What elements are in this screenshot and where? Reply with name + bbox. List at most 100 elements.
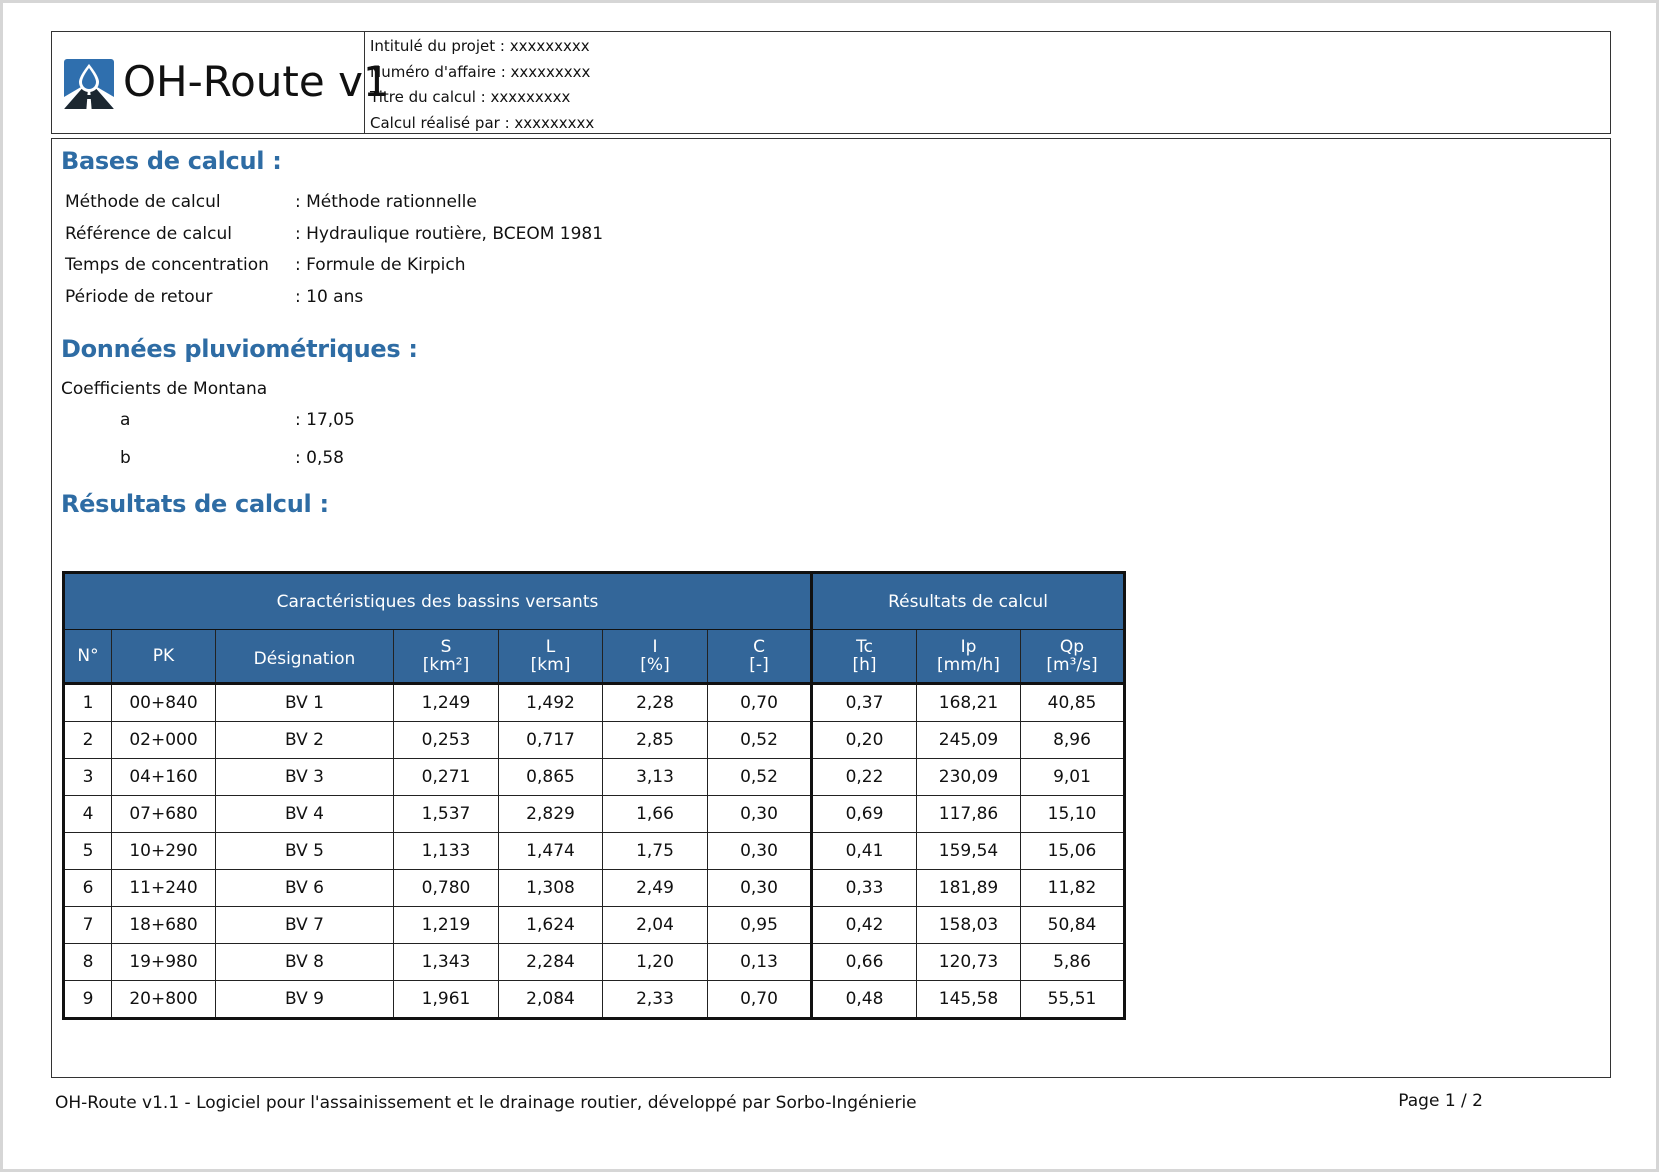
table-cell: 0,30: [707, 832, 812, 870]
table-cell: 11,82: [1020, 869, 1125, 907]
table-cell: 2,084: [498, 980, 603, 1019]
table-cell: 181,89: [916, 869, 1021, 907]
table-cell: 8: [63, 943, 112, 981]
table-row: 1 00+840 BV 1 1,249 1,492 2,28 0,70 0,37 168,21 4…: [63, 683, 1125, 722]
table-cell: 02+000: [111, 721, 216, 759]
bases-value: : Hydraulique routière, BCEOM 1981: [295, 224, 604, 244]
table-cell: 19+980: [111, 943, 216, 981]
table-cell: 0,271: [393, 758, 499, 796]
table-cell: 9,01: [1020, 758, 1125, 796]
table-cell: 1,492: [498, 683, 603, 722]
table-cell: 20+800: [111, 980, 216, 1019]
table-cell: 04+160: [111, 758, 216, 796]
table-cell: BV 4: [215, 795, 394, 833]
table-cell: 2,829: [498, 795, 603, 833]
column-header: Désignation: [215, 629, 394, 685]
table-cell: 1,66: [602, 795, 708, 833]
column-header: Ip [mm/h]: [916, 629, 1021, 685]
group-header-basins: Caractéristiques des bassins versants: [63, 572, 812, 630]
montana-subtitle: Coefficients de Montana: [61, 379, 268, 399]
table-cell: BV 9: [215, 980, 394, 1019]
table-cell: 15,06: [1020, 832, 1125, 870]
table-cell: 2,85: [602, 721, 708, 759]
table-cell: BV 8: [215, 943, 394, 981]
bases-value: : Méthode rationnelle: [295, 192, 477, 212]
bases-value: : 10 ans: [295, 287, 364, 307]
table-cell: 5: [63, 832, 112, 870]
table-row: 3 04+160 BV 3 0,271 0,865 3,13 0,52 0,22 230,09 9…: [63, 758, 1125, 796]
table-cell: 4: [63, 795, 112, 833]
table-cell: 1,219: [393, 906, 499, 944]
table-cell: 1,474: [498, 832, 603, 870]
table-cell: 50,84: [1020, 906, 1125, 944]
table-cell: 0,70: [707, 683, 812, 722]
table-cell: 1,20: [602, 943, 708, 981]
bases-key: Temps de concentration: [65, 255, 269, 275]
table-row: 4 07+680 BV 4 1,537 2,829 1,66 0,30 0,69 117,86 1…: [63, 795, 1125, 833]
table-cell: 145,58: [916, 980, 1021, 1019]
table-row: 7 18+680 BV 7 1,219 1,624 2,04 0,95 0,42 158,03 5…: [63, 906, 1125, 944]
page-number: Page 1 / 2: [1398, 1091, 1483, 1111]
table-cell: 0,33: [810, 869, 917, 907]
project-title: Intitulé du projet : xxxxxxxxx: [370, 37, 590, 55]
table-cell: 7: [63, 906, 112, 944]
coefficient-key: b: [120, 448, 131, 468]
bases-key: Période de retour: [65, 287, 213, 307]
table-cell: 1,249: [393, 683, 499, 722]
report-header: OH-Route v1 Intitulé du projet : xxxxxxx…: [51, 31, 1611, 134]
table-cell: 07+680: [111, 795, 216, 833]
table-cell: BV 5: [215, 832, 394, 870]
table-cell: 0,13: [707, 943, 812, 981]
coefficient-value: : 17,05: [295, 410, 355, 430]
table-cell: 0,253: [393, 721, 499, 759]
table-cell: 1,961: [393, 980, 499, 1019]
project-meta: Intitulé du projet : xxxxxxxxx Numéro d'…: [370, 34, 594, 136]
table-cell: 168,21: [916, 683, 1021, 722]
coefficient-row: b: 0,58: [120, 447, 344, 469]
bases-row: Référence de calcul: Hydraulique routièr…: [65, 223, 603, 245]
table-cell: 0,30: [707, 795, 812, 833]
column-header: S [km²]: [393, 629, 499, 685]
table-cell: BV 6: [215, 869, 394, 907]
table-cell: 120,73: [916, 943, 1021, 981]
coefficient-row: a : 17,05: [120, 409, 355, 431]
logo-cell: OH-Route v1: [52, 32, 390, 133]
table-cell: 55,51: [1020, 980, 1125, 1019]
table-cell: 2,28: [602, 683, 708, 722]
table-cell: 1,308: [498, 869, 603, 907]
results-title: Résultats de calcul :: [61, 490, 329, 518]
table-cell: 230,09: [916, 758, 1021, 796]
table-cell: 6: [63, 869, 112, 907]
results-table: Caractéristiques des bassins versants Ré…: [62, 571, 1126, 1020]
table-cell: 40,85: [1020, 683, 1125, 722]
table-cell: 158,03: [916, 906, 1021, 944]
column-header: Tc [h]: [810, 629, 917, 685]
table-column-header-row: N° PK Désignation S [km²] L [km] I [%] C [-]…: [63, 629, 1125, 685]
table-cell: 1,133: [393, 832, 499, 870]
table-cell: 00+840: [111, 683, 216, 722]
table-row: 2 02+000 BV 2 0,253 0,717 2,85 0,52 0,20 245,09 8…: [63, 721, 1125, 759]
table-cell: 1: [63, 683, 112, 722]
table-cell: 0,37: [810, 683, 917, 722]
table-cell: 2,33: [602, 980, 708, 1019]
bases-key: Méthode de calcul: [65, 192, 221, 212]
column-header: C [-]: [707, 629, 812, 685]
column-header: L [km]: [498, 629, 603, 685]
table-cell: 0,780: [393, 869, 499, 907]
table-row: 5 10+290 BV 5 1,133 1,474 1,75 0,30 0,41 159,54 1…: [63, 832, 1125, 870]
table-cell: 0,41: [810, 832, 917, 870]
table-cell: 1,343: [393, 943, 499, 981]
table-cell: 0,95: [707, 906, 812, 944]
table-cell: 0,865: [498, 758, 603, 796]
report-content: Bases de calcul : Méthode de calcul: Mét…: [51, 138, 1611, 1078]
column-header: I [%]: [602, 629, 708, 685]
table-cell: BV 1: [215, 683, 394, 722]
table-cell: 8,96: [1020, 721, 1125, 759]
table-cell: 245,09: [916, 721, 1021, 759]
table-row: 8 19+980 BV 8 1,343 2,284 1,20 0,13 0,66 120,73 5…: [63, 943, 1125, 981]
table-cell: 0,48: [810, 980, 917, 1019]
coefficient-key: a: [120, 410, 131, 430]
water-drop-road-logo-icon: [64, 59, 114, 109]
column-header: N°: [63, 629, 112, 685]
table-cell: 9: [63, 980, 112, 1019]
